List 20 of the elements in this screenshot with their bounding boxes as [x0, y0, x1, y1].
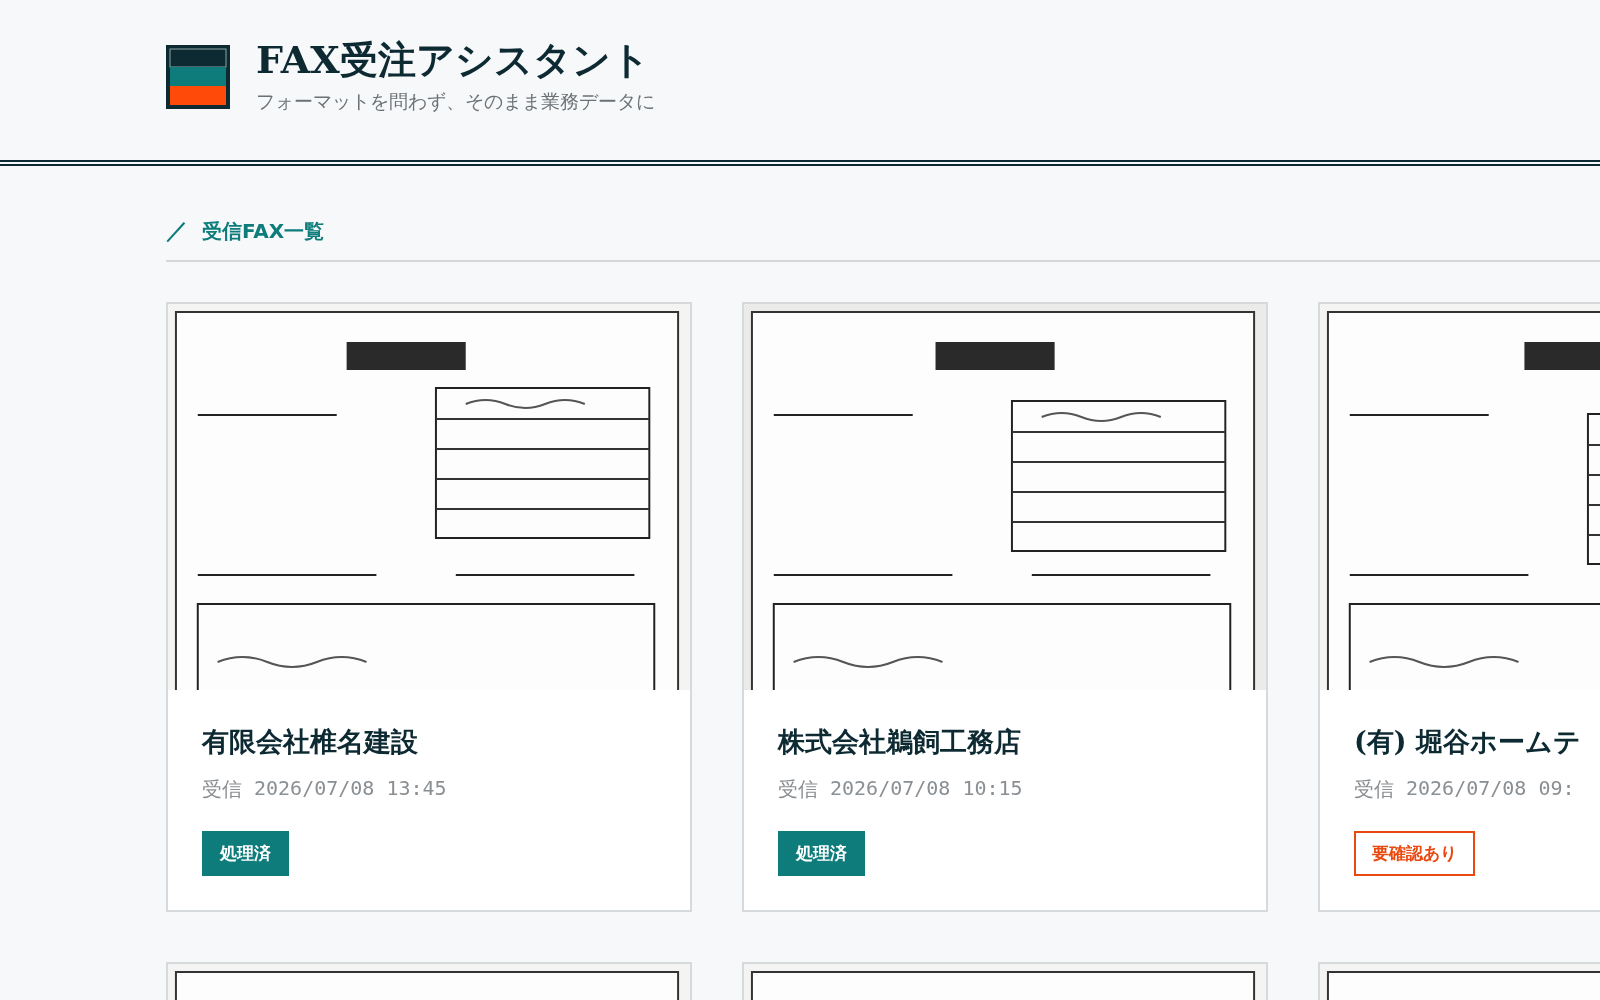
- received-label: 受信: [202, 776, 242, 803]
- received-label: 受信: [778, 776, 818, 803]
- company-name: 株式会社鵜飼工務店: [778, 725, 1022, 759]
- received-time: 2026/07/08 09:: [1406, 776, 1575, 802]
- status-badge: 処理済: [778, 831, 865, 876]
- company-name: 有限会社椎名建設: [202, 725, 419, 759]
- status-badge: 要確認あり: [1354, 831, 1475, 876]
- fax-card[interactable]: 株式会社鵜飼工務店 受信 2026/07/08 10:15 処理済: [742, 302, 1268, 912]
- section-title: 受信FAX一覧: [202, 217, 325, 245]
- fax-card[interactable]: (有) 堀谷ホームテ 受信 2026/07/08 09: 要確認あり: [1318, 302, 1600, 912]
- company-name: (有) 堀谷ホームテ: [1354, 725, 1582, 759]
- status-badge: 処理済: [202, 831, 289, 876]
- received-label: 受信: [1354, 776, 1394, 803]
- fax-card[interactable]: 有限会社椎名建設 受信 2026/07/08 13:45 処理済: [166, 302, 692, 912]
- logo-icon: [166, 45, 230, 109]
- received-time: 2026/07/08 10:15: [830, 776, 1023, 802]
- received-time: 2026/07/08 13:45: [254, 776, 447, 802]
- app-title: FAX受注アシスタント: [256, 37, 651, 83]
- app-subtitle: フォーマットを問わず、そのまま業務データに: [256, 88, 655, 114]
- slash-mark: ／: [166, 217, 188, 245]
